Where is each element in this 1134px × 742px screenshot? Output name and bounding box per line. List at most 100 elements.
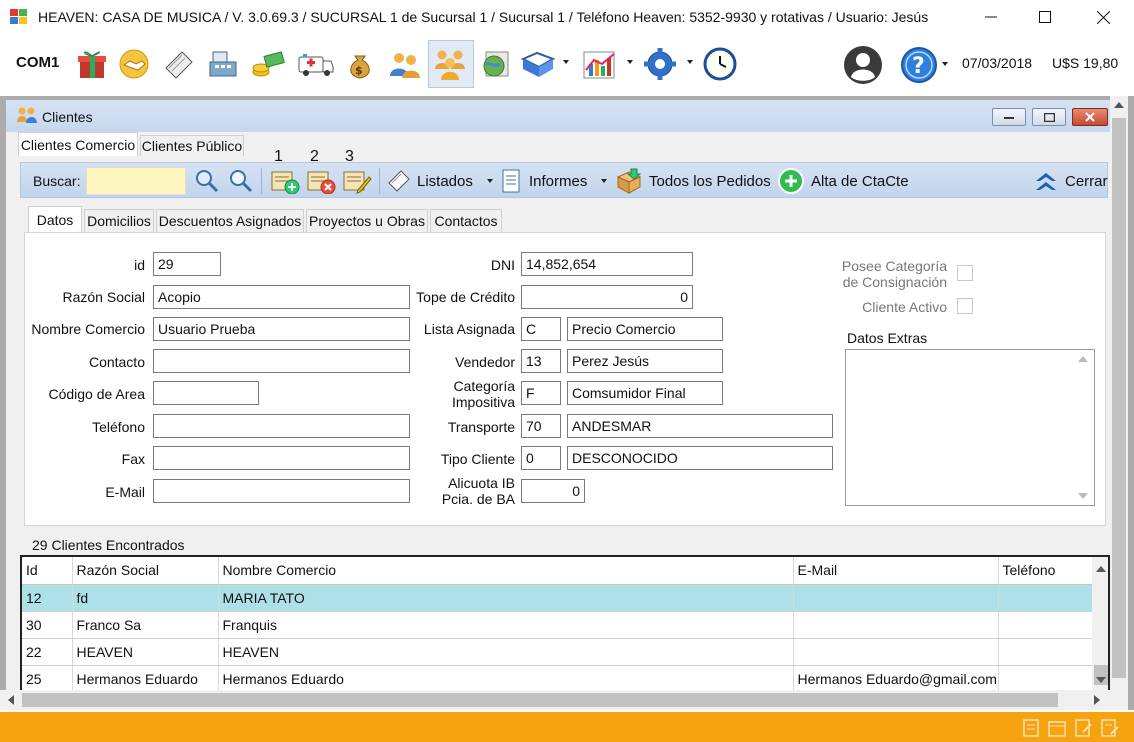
window-horizontal-scrollbar[interactable]: [0, 690, 1128, 710]
col-nombre-header[interactable]: Nombre Comercio: [218, 557, 794, 585]
listados-button[interactable]: Listados: [387, 169, 493, 193]
doc-note-icon[interactable]: [1098, 717, 1120, 739]
advanced-search-icon[interactable]: [227, 167, 255, 195]
mdi-minimize-button[interactable]: [992, 108, 1026, 126]
datos-extras-textarea[interactable]: [845, 349, 1095, 506]
lista-name-field[interactable]: [567, 317, 723, 341]
id-field[interactable]: [153, 252, 221, 276]
ambulance-icon[interactable]: [296, 46, 336, 82]
tipo-cliente-name-field[interactable]: [567, 446, 833, 470]
razon-social-field[interactable]: [153, 285, 410, 309]
users-icon[interactable]: [386, 46, 424, 82]
tab-descuentos[interactable]: Descuentos Asignados: [156, 209, 304, 232]
cell-nombre[interactable]: Hermanos Eduardo: [218, 665, 794, 690]
chart-dropdown-arrow[interactable]: [627, 60, 633, 64]
cell-telefono[interactable]: [998, 611, 1093, 639]
doc-edit-icon[interactable]: [1072, 717, 1094, 739]
add-client-icon[interactable]: [269, 167, 301, 195]
cell-nombre[interactable]: MARIA TATO: [218, 584, 794, 612]
doc-calendar-icon[interactable]: [1046, 717, 1068, 739]
tope-credito-field[interactable]: [521, 285, 693, 309]
minimize-button[interactable]: [968, 0, 1014, 34]
cell-nombre[interactable]: Franquis: [218, 611, 794, 639]
handshake-icon[interactable]: [116, 46, 152, 82]
cell-nombre[interactable]: HEAVEN: [218, 638, 794, 666]
money-bag-icon[interactable]: $: [342, 46, 378, 82]
col-id-header[interactable]: Id: [22, 557, 73, 585]
table-row[interactable]: 25 Hermanos Eduardo Hermanos Eduardo Her…: [22, 665, 1093, 690]
cell-razon[interactable]: fd: [72, 584, 219, 612]
delete-client-icon[interactable]: [305, 167, 337, 195]
col-telefono-header[interactable]: Teléfono: [998, 557, 1093, 585]
textarea-scroll-down-icon[interactable]: [1078, 493, 1088, 499]
tab-datos[interactable]: Datos: [28, 206, 82, 232]
nombre-comercio-field[interactable]: [153, 317, 410, 341]
cerrar-button[interactable]: Cerrar: [1033, 169, 1108, 193]
cell-email[interactable]: Hermanos Eduardo@gmail.com: [793, 665, 999, 690]
col-email-header[interactable]: E-Mail: [793, 557, 999, 585]
chart-icon[interactable]: [580, 46, 620, 82]
window-scroll-up-icon[interactable]: [1114, 102, 1124, 108]
alicuota-field[interactable]: [521, 479, 585, 503]
cell-razon[interactable]: HEAVEN: [72, 638, 219, 666]
notebook-icon[interactable]: [160, 46, 196, 82]
settings-icon[interactable]: [640, 46, 680, 82]
search-input[interactable]: [86, 167, 186, 195]
tipo-cliente-code-field[interactable]: [521, 446, 561, 470]
cell-telefono[interactable]: [998, 638, 1093, 666]
tab-proyectos[interactable]: Proyectos u Obras: [306, 209, 428, 232]
globe-icon[interactable]: [478, 46, 514, 82]
group-icon[interactable]: [428, 40, 474, 88]
consignacion-checkbox[interactable]: [957, 265, 973, 281]
cash-register-icon[interactable]: [206, 46, 242, 82]
vendedor-name-field[interactable]: [567, 349, 723, 373]
cell-telefono[interactable]: [998, 584, 1093, 612]
scroll-left-icon[interactable]: [8, 695, 14, 705]
cell-email[interactable]: [793, 611, 999, 639]
fax-field[interactable]: [153, 446, 410, 470]
contacto-field[interactable]: [153, 349, 410, 373]
lista-code-field[interactable]: [521, 317, 561, 341]
vendedor-code-field[interactable]: [521, 349, 561, 373]
todos-pedidos-button[interactable]: Todos los Pedidos: [615, 167, 771, 195]
telefono-field[interactable]: [153, 414, 410, 438]
cliente-activo-checkbox[interactable]: [957, 298, 973, 314]
cell-id[interactable]: 30: [22, 611, 73, 639]
informes-button[interactable]: Informes: [501, 169, 608, 193]
grid-scroll-down-icon[interactable]: [1096, 677, 1106, 683]
cell-id[interactable]: 22: [22, 638, 73, 666]
help-icon[interactable]: ?: [898, 44, 940, 86]
tab-contactos[interactable]: Contactos: [430, 209, 502, 232]
search-icon[interactable]: [193, 167, 221, 195]
table-row[interactable]: 12 fd MARIA TATO: [22, 584, 1093, 612]
transporte-code-field[interactable]: [521, 414, 561, 438]
book-icon[interactable]: [520, 46, 558, 82]
cell-id[interactable]: 12: [22, 584, 73, 612]
table-row[interactable]: 22 HEAVEN HEAVEN: [22, 638, 1093, 666]
scroll-right-icon[interactable]: [1094, 695, 1100, 705]
cell-email[interactable]: [793, 638, 999, 666]
table-row[interactable]: 30 Franco Sa Franquis: [22, 611, 1093, 639]
money-icon[interactable]: [250, 46, 286, 82]
clock-icon[interactable]: [700, 46, 740, 82]
mdi-maximize-button[interactable]: [1032, 108, 1066, 126]
cell-razon[interactable]: Franco Sa: [72, 611, 219, 639]
book-dropdown-arrow[interactable]: [563, 60, 569, 64]
window-vertical-scrollbar[interactable]: [1110, 96, 1128, 690]
categoria-code-field[interactable]: [521, 381, 561, 405]
settings-dropdown-arrow[interactable]: [687, 60, 693, 64]
cell-razon[interactable]: Hermanos Eduardo: [72, 665, 219, 690]
grid-scroll-up-icon[interactable]: [1096, 566, 1106, 572]
alta-ctacte-button[interactable]: Alta de CtaCte: [777, 167, 909, 195]
cell-email[interactable]: [793, 584, 999, 612]
window-scroll-thumb[interactable]: [1112, 118, 1126, 678]
cell-telefono[interactable]: [998, 665, 1093, 690]
tab-clientes-comercio[interactable]: Clientes Comercio: [18, 132, 138, 156]
cell-id[interactable]: 25: [22, 665, 73, 690]
codigo-area-field[interactable]: [153, 381, 259, 405]
transporte-name-field[interactable]: [567, 414, 833, 438]
email-field[interactable]: [153, 479, 410, 503]
textarea-scroll-up-icon[interactable]: [1078, 356, 1088, 362]
grid-vertical-scrollbar[interactable]: [1092, 557, 1108, 690]
doc-list-icon[interactable]: [1020, 717, 1042, 739]
